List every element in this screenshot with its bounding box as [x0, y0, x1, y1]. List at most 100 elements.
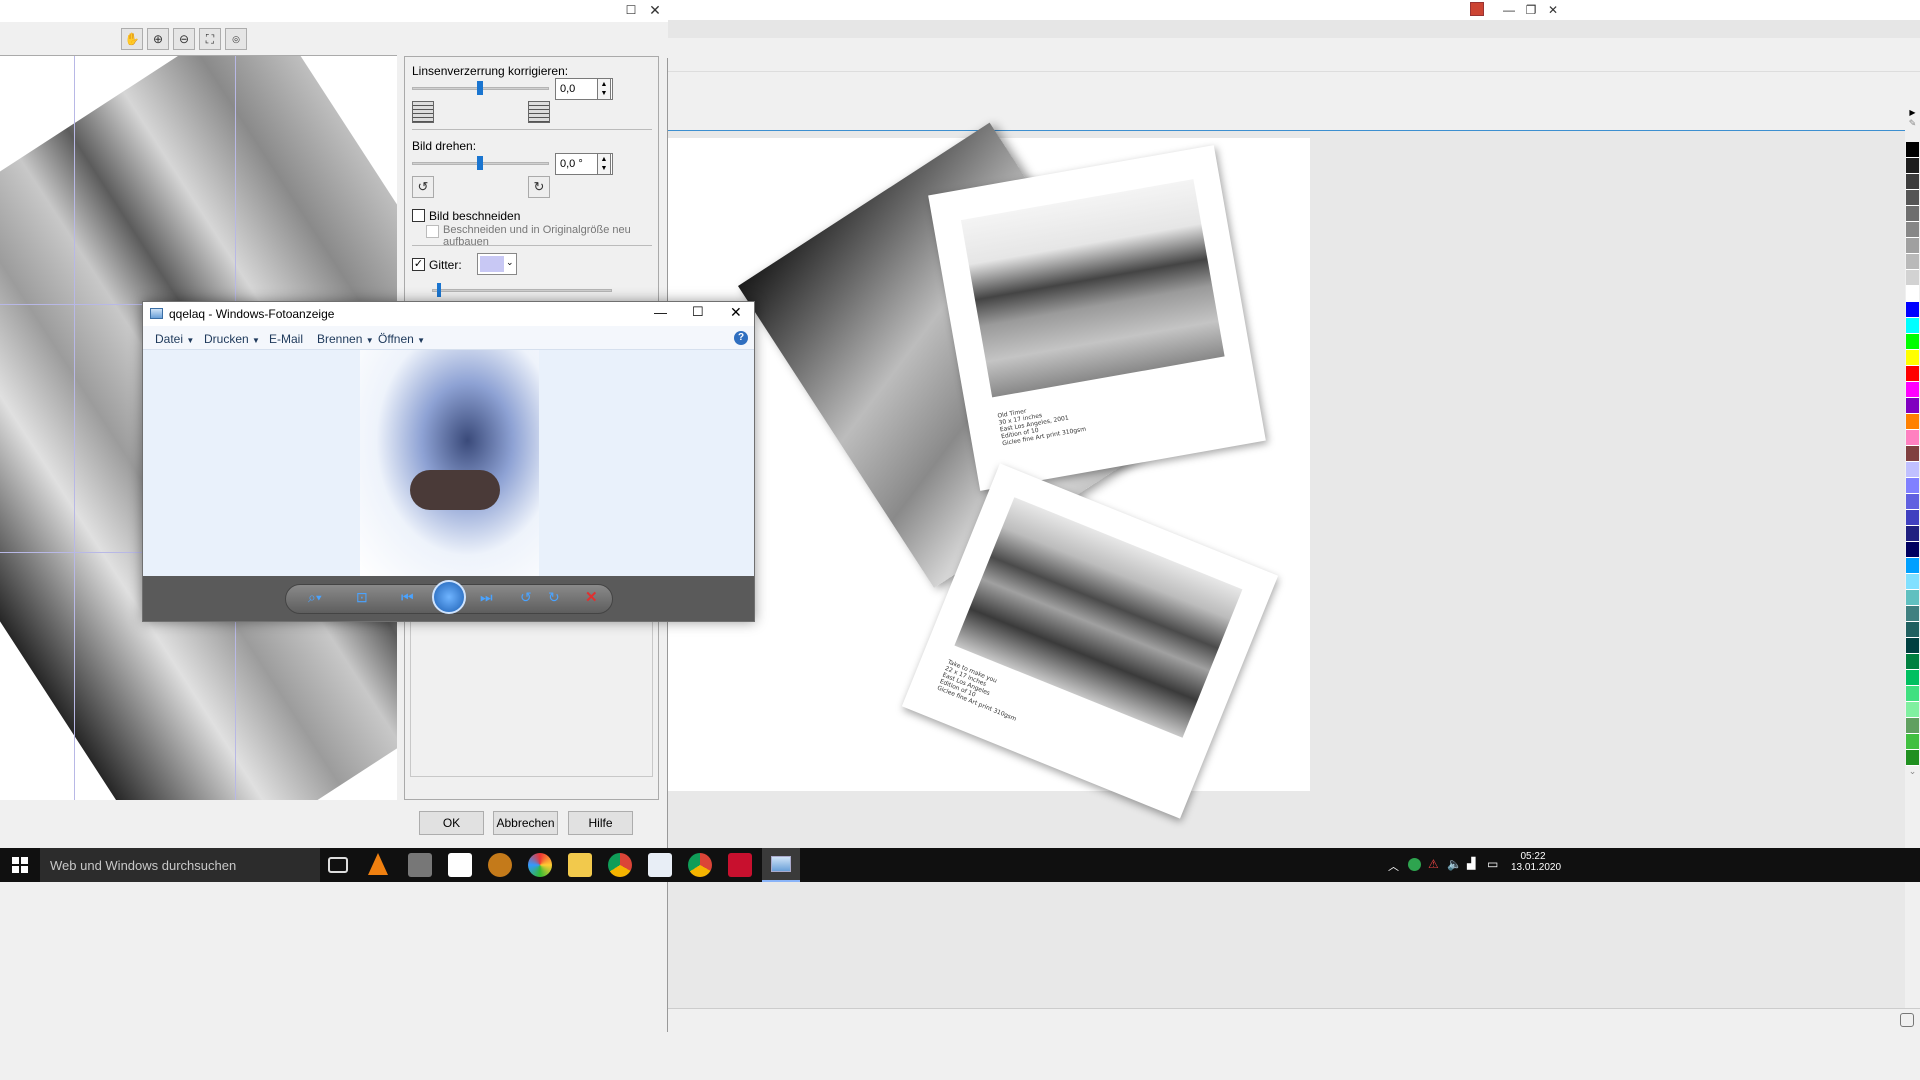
minimize-icon[interactable]: —: [1498, 0, 1520, 20]
notification-icon[interactable]: ▭: [1487, 857, 1498, 871]
color-swatch[interactable]: [1906, 510, 1919, 526]
color-swatch[interactable]: [1906, 286, 1919, 302]
windows-start-icon[interactable]: [12, 857, 28, 873]
color-swatch[interactable]: [1906, 366, 1919, 382]
grid-checkbox[interactable]: ✓: [412, 258, 425, 271]
color-swatch[interactable]: [1906, 734, 1919, 750]
fit-window-icon[interactable]: ⊡: [356, 589, 368, 606]
close-icon[interactable]: ✕: [730, 304, 742, 321]
ok-button[interactable]: OK: [419, 811, 484, 835]
fit-icon[interactable]: ⛶: [199, 28, 221, 50]
grid-slider-track[interactable]: [432, 289, 612, 292]
crop-rebuild-checkbox[interactable]: [426, 225, 439, 238]
hand-icon[interactable]: ✋: [121, 28, 143, 50]
color-swatch[interactable]: [1906, 190, 1919, 206]
color-swatch[interactable]: [1906, 430, 1919, 446]
menu-brennen[interactable]: Brennen ▼: [317, 332, 374, 346]
spin-up-icon[interactable]: ▲: [601, 80, 608, 89]
zoom-out-icon[interactable]: ⊖: [173, 28, 195, 50]
color-swatch[interactable]: [1906, 382, 1919, 398]
color-swatch[interactable]: [1906, 350, 1919, 366]
colors-icon[interactable]: [528, 853, 552, 877]
zoom-100-icon[interactable]: ◎: [225, 28, 247, 50]
menu-email[interactable]: E-Mail: [269, 332, 303, 346]
color-swatch[interactable]: [1906, 174, 1919, 190]
color-swatch[interactable]: [1906, 670, 1919, 686]
chrome-profile-icon[interactable]: [688, 853, 712, 877]
color-swatch[interactable]: [1906, 718, 1919, 734]
lens-spinner[interactable]: ▲ ▼: [597, 78, 611, 100]
color-swatch[interactable]: [1906, 318, 1919, 334]
rotate-slider-thumb[interactable]: [477, 156, 483, 170]
color-swatch[interactable]: [1906, 478, 1919, 494]
maximize-icon[interactable]: ☐: [620, 0, 642, 20]
color-swatch[interactable]: [1906, 446, 1919, 462]
app-icon[interactable]: [488, 853, 512, 877]
color-swatch[interactable]: [1906, 414, 1919, 430]
rotate-right-icon[interactable]: ↻: [548, 589, 560, 606]
color-swatch[interactable]: [1906, 142, 1919, 158]
color-swatch[interactable]: [1906, 302, 1919, 318]
clock[interactable]: 05:22 13.01.2020: [1511, 851, 1561, 873]
spin-down-icon[interactable]: ▼: [601, 164, 608, 173]
color-swatch[interactable]: [1906, 222, 1919, 238]
color-swatch[interactable]: [1906, 574, 1919, 590]
palette-swatches[interactable]: [1905, 142, 1920, 766]
volume-icon[interactable]: 🔈: [1447, 857, 1462, 871]
store-icon[interactable]: [448, 853, 472, 877]
color-swatch[interactable]: [1906, 750, 1919, 766]
security-icon[interactable]: [1408, 858, 1421, 871]
rotate-spinner[interactable]: ▲ ▼: [597, 153, 611, 175]
slideshow-icon[interactable]: [432, 580, 466, 614]
network-warning-icon[interactable]: ⚠: [1428, 857, 1439, 871]
color-swatch[interactable]: [1906, 254, 1919, 270]
rotate-right-icon[interactable]: ↻: [528, 176, 550, 198]
tray-overflow-icon[interactable]: ︿: [1388, 858, 1399, 874]
help-button[interactable]: Hilfe: [568, 811, 633, 835]
spin-up-icon[interactable]: ▲: [601, 155, 608, 164]
cancel-button[interactable]: Abbrechen: [493, 811, 558, 835]
color-swatch[interactable]: [1906, 542, 1919, 558]
color-swatch[interactable]: [1906, 238, 1919, 254]
color-swatch[interactable]: [1906, 206, 1919, 222]
color-swatch[interactable]: [1906, 462, 1919, 478]
grid-color-picker[interactable]: ⌄: [477, 253, 517, 275]
color-swatch[interactable]: [1906, 606, 1919, 622]
delete-icon[interactable]: ✕: [585, 588, 598, 606]
color-swatch[interactable]: [1906, 398, 1919, 414]
menu-drucken[interactable]: Drucken ▼: [204, 332, 260, 346]
help-icon[interactable]: ?: [734, 331, 748, 345]
vlc-icon[interactable]: [368, 853, 388, 875]
color-swatch[interactable]: [1906, 558, 1919, 574]
close-icon[interactable]: ✕: [644, 0, 666, 20]
eyedropper-icon[interactable]: ✎: [1905, 118, 1920, 142]
next-icon[interactable]: ⏭: [480, 589, 493, 606]
chrome-icon[interactable]: [608, 853, 632, 877]
previous-icon[interactable]: ⏮: [401, 589, 414, 606]
color-swatch[interactable]: [1906, 638, 1919, 654]
zoom-icon[interactable]: ⌕▾: [308, 589, 322, 606]
rotate-left-icon[interactable]: ↺: [412, 176, 434, 198]
photo-top[interactable]: Old Timer 30 x 17 inches East Los Angele…: [928, 145, 1266, 491]
color-swatch[interactable]: [1906, 622, 1919, 638]
pdf-icon[interactable]: [728, 853, 752, 877]
minimize-icon[interactable]: —: [654, 305, 667, 320]
user-icon[interactable]: [1470, 2, 1484, 16]
color-swatch[interactable]: [1906, 702, 1919, 718]
signal-icon[interactable]: ▟: [1467, 857, 1475, 870]
spin-down-icon[interactable]: ▼: [601, 89, 608, 98]
color-swatch[interactable]: [1906, 686, 1919, 702]
search-input[interactable]: Web und Windows durchsuchen: [40, 848, 320, 882]
color-swatch[interactable]: [1906, 526, 1919, 542]
media-icon[interactable]: [408, 853, 432, 877]
color-swatch[interactable]: [1906, 158, 1919, 174]
restore-icon[interactable]: ❐: [1520, 0, 1542, 20]
crop-checkbox[interactable]: [412, 209, 425, 222]
photo-viewer-taskbar-button[interactable]: [762, 848, 800, 882]
maximize-icon[interactable]: ☐: [692, 304, 704, 320]
lens-slider-thumb[interactable]: [477, 81, 483, 95]
close-icon[interactable]: ✕: [1542, 0, 1564, 20]
chevron-down-icon[interactable]: ⌄: [506, 257, 514, 268]
color-swatch[interactable]: [1906, 590, 1919, 606]
image-app-icon[interactable]: [648, 853, 672, 877]
